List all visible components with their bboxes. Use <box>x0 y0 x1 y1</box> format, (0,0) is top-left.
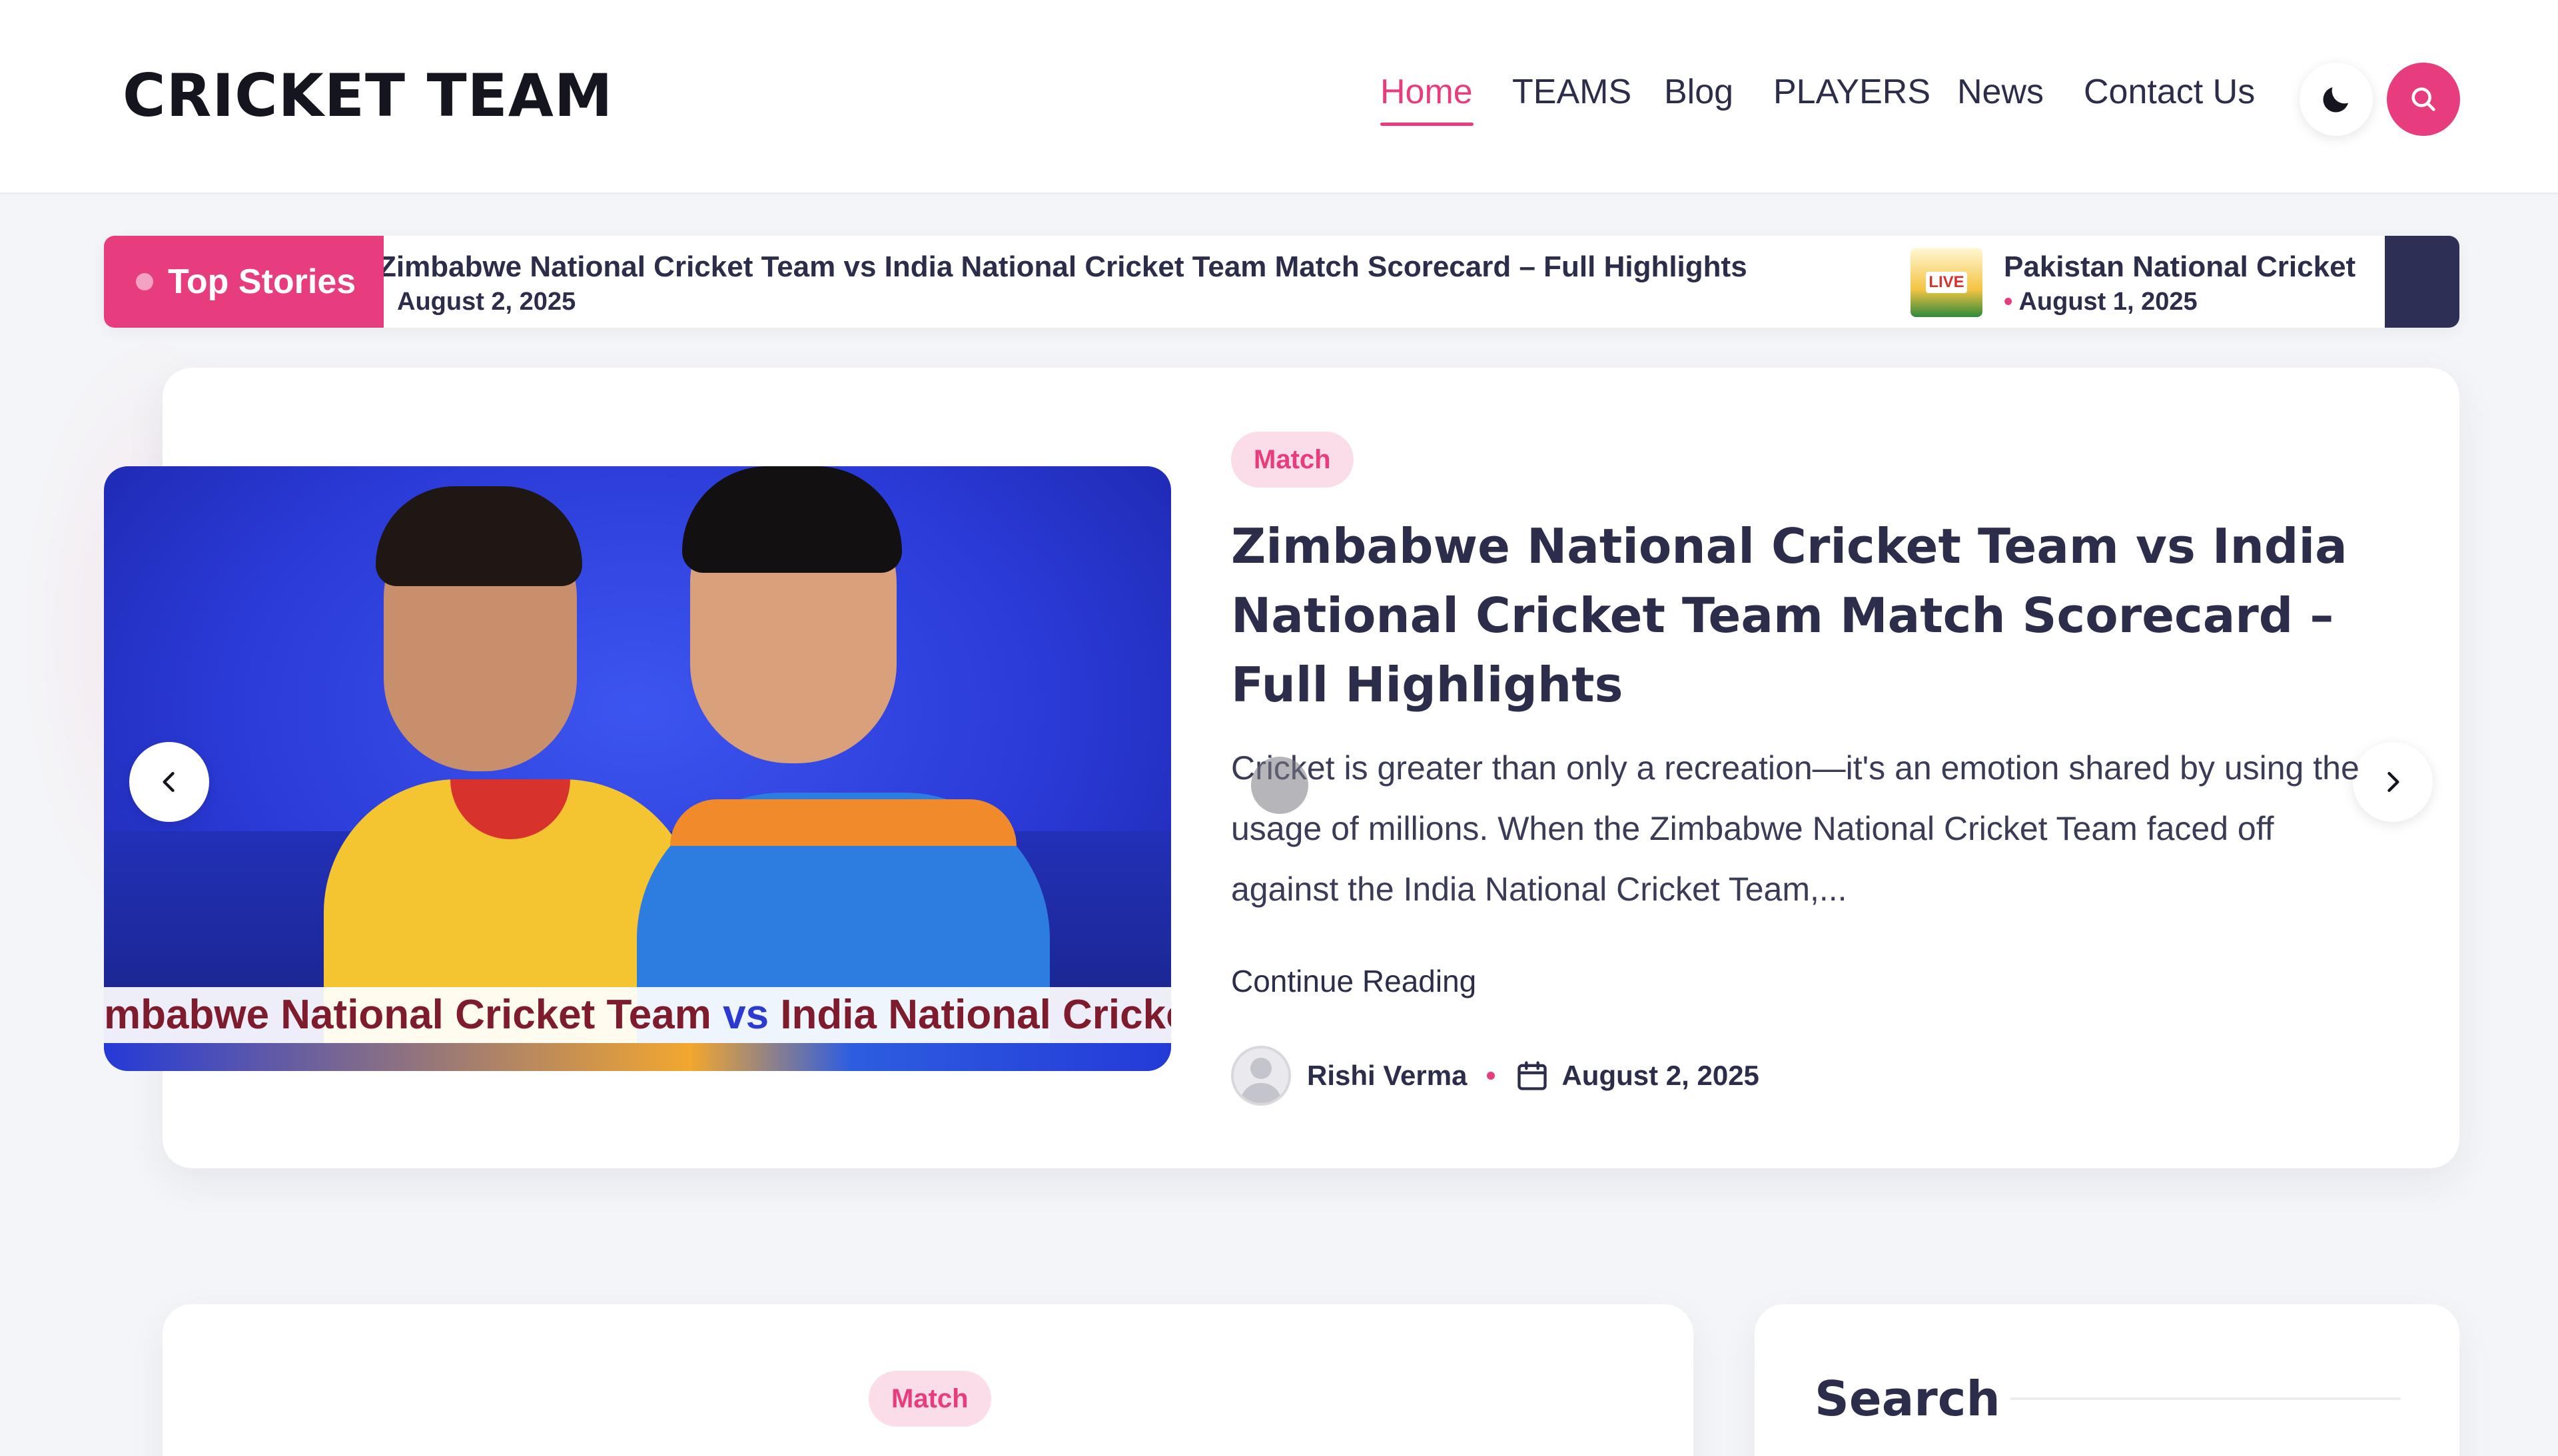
widget-title: Search <box>1815 1371 2000 1427</box>
top-stories-ticker: Top Stories Zimbabwe National Cricket Te… <box>104 236 2459 328</box>
player-hair <box>376 486 582 586</box>
category-badge[interactable]: Match <box>869 1371 991 1427</box>
avatar[interactable] <box>1231 1046 1291 1106</box>
slider-next-button[interactable] <box>2353 742 2433 822</box>
category-badge[interactable]: Match <box>1231 432 1354 488</box>
site-header: CRICKET TEAM Home TEAMS Blog PLAYERS New… <box>0 0 2558 194</box>
live-badge: LIVE <box>1926 272 1967 293</box>
theme-toggle-button[interactable] <box>2300 63 2373 136</box>
top-stories-label: Top Stories <box>104 236 384 328</box>
nav-item-contact-us[interactable]: Contact Us <box>2084 72 2255 112</box>
ticker-dot-icon <box>136 273 153 290</box>
ticker-controls[interactable] <box>2385 236 2459 328</box>
ticker-item[interactable]: Pakistan National Cricket • August 1, 20… <box>2004 250 2355 316</box>
player-jersey-stripe <box>670 799 1017 846</box>
post-meta: Rishi Verma August 2, 2025 <box>1231 1044 1759 1107</box>
search-button[interactable] <box>2387 63 2460 136</box>
ticker-item-title[interactable]: Zimbabwe National Cricket Team vs India … <box>378 250 1747 284</box>
image-caption-banner: mbabwe National Cricket Team vs India Na… <box>104 987 1171 1043</box>
post-date[interactable]: August 2, 2025 <box>1561 1060 1759 1092</box>
featured-post-title[interactable]: Zimbabwe National Cricket Team vs India … <box>1231 512 2363 719</box>
nav-item-blog[interactable]: Blog <box>1664 72 1733 112</box>
top-stories-text: Top Stories <box>168 262 356 301</box>
search-icon <box>2411 87 2435 111</box>
nav-active-underline <box>1380 123 1474 126</box>
ticker-item-title[interactable]: Pakistan National Cricket <box>2004 250 2355 284</box>
post-card: Match <box>163 1304 1693 1456</box>
ticker-item[interactable]: Zimbabwe National Cricket Team vs India … <box>378 250 1747 316</box>
chevron-left-icon <box>163 771 175 793</box>
slider-dot[interactable] <box>1251 757 1308 814</box>
moon-icon <box>2323 87 2348 113</box>
nav-item-news[interactable]: News <box>1957 72 2044 112</box>
featured-post-excerpt: Cricket is greater than only a recreatio… <box>1231 749 2359 908</box>
player-hair <box>682 466 902 573</box>
calendar-icon <box>1517 1061 1547 1090</box>
site-title[interactable]: CRICKET TEAM <box>123 61 613 130</box>
nav-item-players[interactable]: PLAYERS <box>1773 72 1930 112</box>
continue-reading-link[interactable]: Continue Reading <box>1231 963 1476 999</box>
slider-prev-button[interactable] <box>129 742 209 822</box>
nav-item-teams[interactable]: TEAMS <box>1512 72 1631 112</box>
ticker-item-date: August 2, 2025 <box>397 288 576 316</box>
nav-item-home[interactable]: Home <box>1380 72 1473 112</box>
meta-separator <box>1487 1072 1495 1080</box>
author-name[interactable]: Rishi Verma <box>1307 1060 1467 1092</box>
featured-post-image[interactable]: mbabwe National Cricket Team vs India Na… <box>104 466 1171 1071</box>
chevron-right-icon <box>2387 771 2399 793</box>
widget-title-divider <box>2010 1397 2401 1400</box>
image-bottom-strip <box>104 1043 1171 1071</box>
ticker-item-thumbnail[interactable]: LIVE <box>1911 248 1982 317</box>
ticker-item-date: • August 1, 2025 <box>2004 288 2198 316</box>
search-widget: Search <box>1755 1304 2459 1456</box>
